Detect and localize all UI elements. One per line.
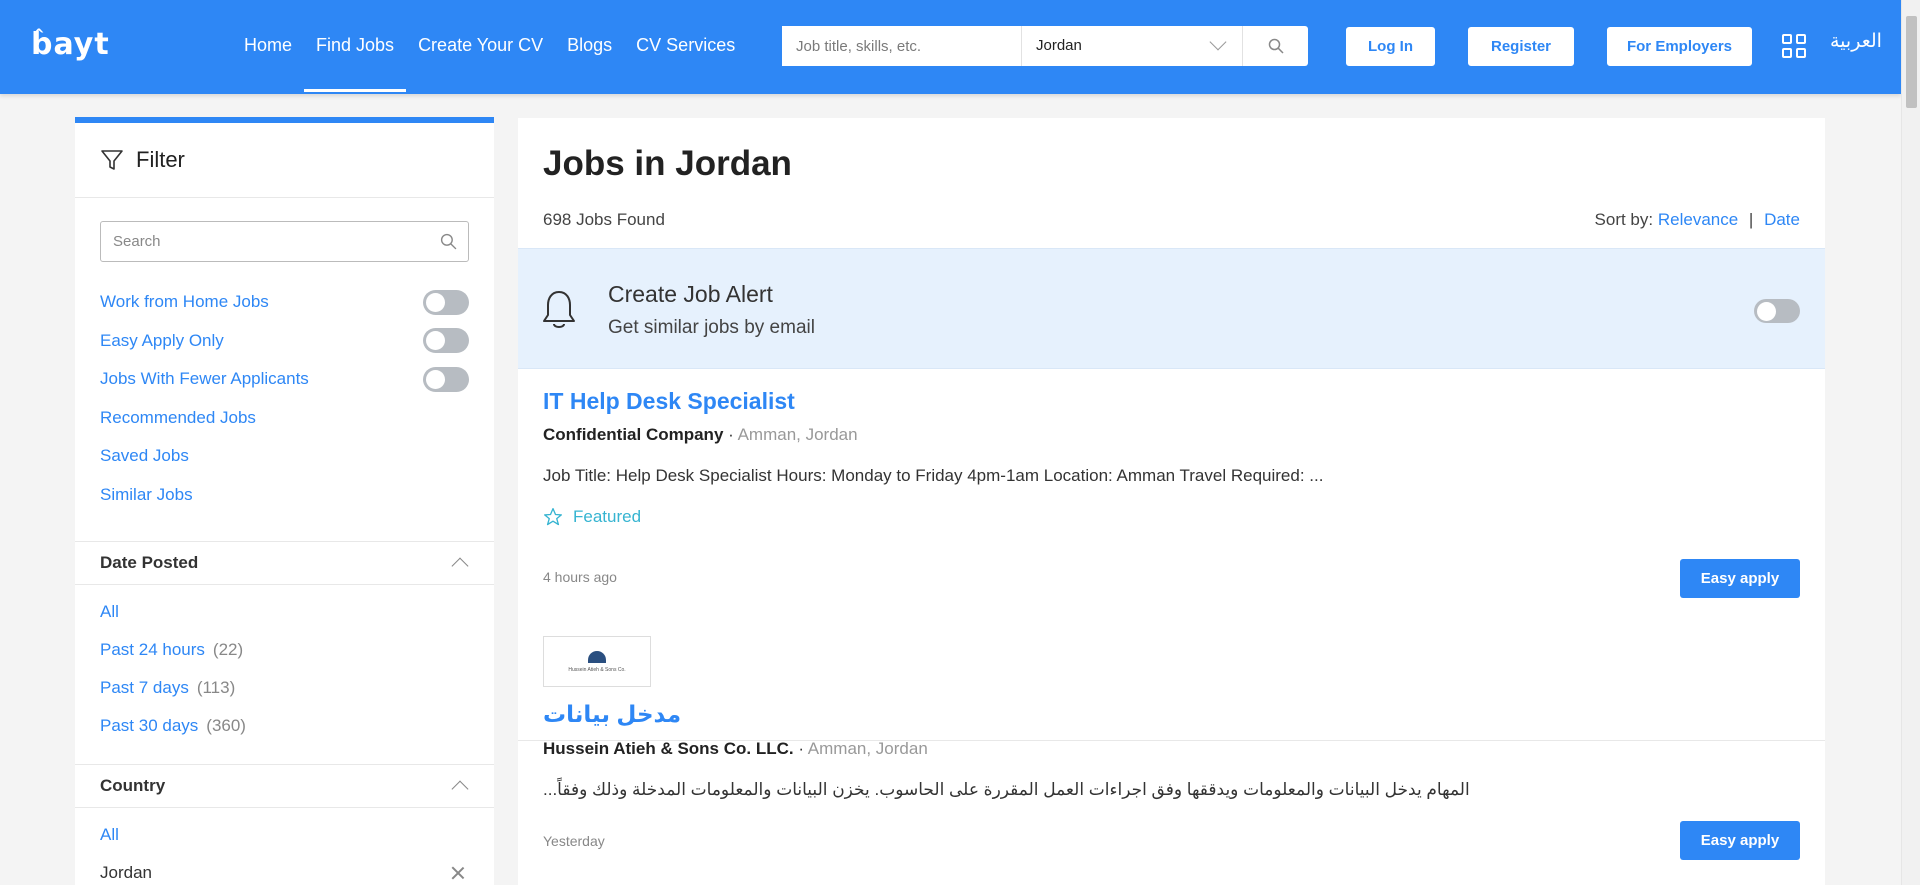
date-option-30d[interactable]: Past 30 days (360) — [100, 707, 469, 745]
date-posted-header[interactable]: Date Posted — [75, 541, 494, 585]
job-alert-banner: Create Job Alert Get similar jobs by ema… — [518, 248, 1825, 369]
nav-home[interactable]: Home — [232, 0, 304, 94]
job-location: Amman, Jordan — [807, 739, 928, 758]
easy-apply-button[interactable]: Easy apply — [1680, 821, 1800, 860]
alert-title: Create Job Alert — [608, 281, 773, 307]
apps-grid-icon[interactable] — [1782, 34, 1806, 58]
job-alert-toggle[interactable] — [1754, 299, 1800, 323]
company-name[interactable]: Confidential Company — [543, 425, 723, 444]
fewer-applicants-toggle[interactable] — [423, 366, 469, 392]
register-button[interactable]: Register — [1468, 27, 1574, 66]
search-icon[interactable] — [428, 233, 468, 250]
filter-search-input[interactable] — [101, 233, 428, 250]
logo-caret-icon: ^ — [33, 27, 46, 43]
posted-time: Yesterday — [543, 833, 605, 849]
sort-label: Sort by: — [1594, 210, 1654, 229]
featured-badge: Featured — [543, 507, 641, 527]
job-card: Hussein Atieh & Sons Co. مدخل بيانات Hus… — [518, 625, 1825, 885]
country-option-selected: Jordan — [100, 854, 469, 885]
jobs-found-count: 698 Jobs Found — [543, 210, 665, 229]
similar-jobs-link[interactable]: Similar Jobs — [100, 476, 469, 515]
job-title-link[interactable]: مدخل بيانات — [543, 701, 681, 728]
for-employers-button[interactable]: For Employers — [1607, 27, 1752, 66]
alert-subtitle: Get similar jobs by email — [608, 317, 815, 338]
job-description: المهام يدخل البيانات والمعلومات ويدققها … — [543, 780, 1470, 799]
date-option-all[interactable]: All — [100, 593, 469, 631]
quick-filter-row[interactable]: Jobs With Fewer Applicants — [100, 360, 469, 399]
company-logo[interactable]: Hussein Atieh & Sons Co. — [543, 636, 651, 687]
chevron-up-icon[interactable] — [451, 780, 469, 798]
country-options: All Jordan — [100, 816, 469, 885]
nav-create-cv[interactable]: Create Your CV — [406, 0, 555, 94]
date-option-7d[interactable]: Past 7 days (113) — [100, 669, 469, 707]
date-posted-options: All Past 24 hours (22) Past 7 days (113) P… — [100, 593, 469, 745]
job-description: Job Title: Help Desk Specialist Hours: M… — [543, 466, 1324, 485]
bell-icon — [543, 291, 575, 328]
header-search-bar: Jordan — [782, 26, 1308, 66]
saved-jobs-link[interactable]: Saved Jobs — [100, 437, 469, 476]
easy-apply-label[interactable]: Easy Apply Only — [100, 331, 224, 351]
sort-date-link[interactable]: Date — [1764, 210, 1800, 229]
filter-funnel-icon — [101, 150, 123, 170]
nav-find-jobs[interactable]: Find Jobs — [304, 0, 407, 94]
chevron-down-icon — [1209, 33, 1227, 51]
chevron-up-icon[interactable] — [451, 557, 469, 575]
main-nav: Home Find Jobs Create Your CV Blogs CV S… — [232, 0, 747, 94]
nav-blogs[interactable]: Blogs — [555, 0, 624, 94]
sort-separator: | — [1748, 210, 1754, 229]
search-icon — [1268, 38, 1284, 54]
company-name[interactable]: Hussein Atieh & Sons Co. LLC. — [543, 739, 794, 758]
work-from-home-toggle[interactable] — [423, 289, 469, 315]
work-from-home-label[interactable]: Work from Home Jobs — [100, 292, 269, 312]
sort-relevance-link[interactable]: Relevance — [1658, 210, 1738, 229]
job-keyword-input[interactable] — [782, 26, 1022, 66]
fewer-applicants-label[interactable]: Jobs With Fewer Applicants — [100, 369, 309, 389]
page-scrollbar[interactable] — [1901, 0, 1920, 885]
location-value: Jordan — [1036, 37, 1082, 54]
job-title-link[interactable]: IT Help Desk Specialist — [543, 388, 795, 415]
filter-sidebar: Filter Work from Home Jobs Easy Apply On… — [75, 117, 494, 885]
job-company-line: Confidential Company · Amman, Jordan — [543, 425, 858, 444]
quick-filter-row[interactable]: Work from Home Jobs — [100, 283, 469, 322]
job-results: Jobs in Jordan 698 Jobs Found Sort by: R… — [518, 118, 1825, 885]
quick-filters: Work from Home Jobs Easy Apply Only Jobs… — [100, 283, 469, 514]
date-option-24h[interactable]: Past 24 hours (22) — [100, 631, 469, 669]
search-button[interactable] — [1242, 26, 1308, 66]
language-switch[interactable]: العربية — [1830, 30, 1882, 52]
nav-cv-services[interactable]: CV Services — [624, 0, 747, 94]
logo-dome-icon — [588, 650, 606, 663]
job-location: Amman, Jordan — [737, 425, 858, 444]
country-jordan: Jordan — [100, 863, 152, 882]
date-posted-title: Date Posted — [100, 553, 199, 572]
bayt-logo[interactable]: ^ bayt — [31, 27, 141, 60]
country-option-all[interactable]: All — [100, 816, 469, 854]
filter-search-field — [100, 221, 469, 262]
posted-time: 4 hours ago — [543, 569, 617, 585]
sort-controls: Sort by: Relevance | Date — [1595, 210, 1800, 230]
page-title: Jobs in Jordan — [543, 144, 792, 183]
filter-header: Filter — [75, 123, 494, 198]
location-select[interactable]: Jordan — [1022, 26, 1242, 66]
country-title: Country — [100, 776, 166, 795]
country-header[interactable]: Country — [75, 764, 494, 808]
easy-apply-toggle[interactable] — [423, 328, 469, 354]
recommended-jobs-link[interactable]: Recommended Jobs — [100, 399, 469, 438]
top-header: ^ bayt Home Find Jobs Create Your CV Blo… — [0, 0, 1901, 94]
scrollbar-thumb[interactable] — [1906, 16, 1917, 108]
login-button[interactable]: Log In — [1346, 27, 1435, 66]
star-icon — [544, 508, 562, 526]
job-company-line: Hussein Atieh & Sons Co. LLC. · Amman, J… — [543, 739, 928, 758]
filter-title: Filter — [136, 147, 185, 172]
easy-apply-button[interactable]: Easy apply — [1680, 559, 1800, 598]
close-icon[interactable] — [451, 866, 465, 880]
quick-filter-row[interactable]: Easy Apply Only — [100, 322, 469, 361]
